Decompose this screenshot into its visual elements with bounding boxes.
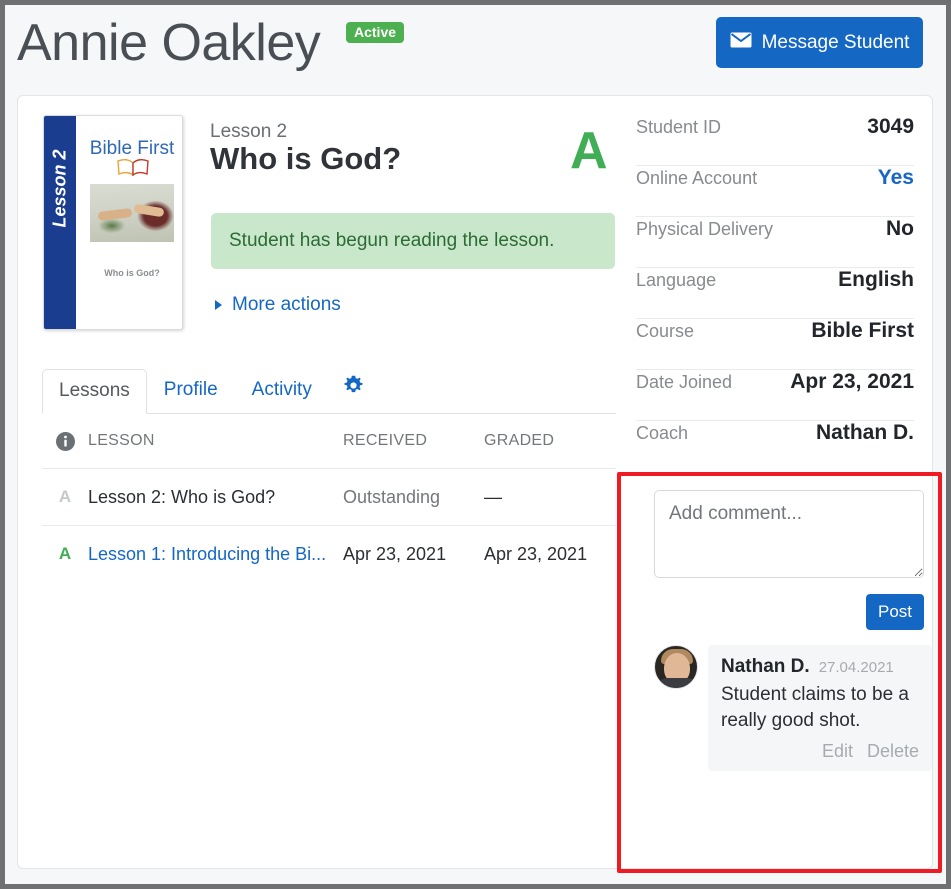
page-header: Annie Oakley Active Message Student bbox=[5, 5, 946, 89]
info-row-course: Course Bible First bbox=[636, 319, 914, 370]
row-received: Outstanding bbox=[343, 486, 441, 507]
comment-date: 27.04.2021 bbox=[818, 659, 894, 676]
status-badge: Active bbox=[346, 22, 405, 43]
envelope-icon bbox=[730, 32, 752, 54]
more-actions-toggle[interactable]: More actions bbox=[215, 294, 341, 316]
lesson-number-label: Lesson 2 bbox=[210, 121, 288, 142]
cover-subtitle: Who is God? bbox=[104, 268, 160, 278]
info-row-date-joined: Date Joined Apr 23, 2021 bbox=[636, 370, 914, 421]
info-label: Student ID bbox=[636, 117, 722, 137]
info-value: Nathan D. bbox=[815, 421, 914, 444]
tab-profile[interactable]: Profile bbox=[147, 368, 235, 413]
lesson-status-alert: Student has begun reading the lesson. bbox=[211, 213, 615, 269]
table-header-row: LESSON RECEIVED GRADED bbox=[42, 414, 616, 468]
cover-brand-title: Bible First bbox=[89, 138, 175, 159]
tab-activity-label: Activity bbox=[251, 379, 312, 401]
student-detail-card: Lesson 2 Bible First Who is God? Lesson … bbox=[17, 95, 933, 869]
table-row: A Lesson 2: Who is God? Outstanding — bbox=[42, 468, 616, 525]
comment-item: Nathan D. 27.04.2021 Student claims to b… bbox=[654, 645, 932, 772]
row-grade-letter: A bbox=[58, 487, 72, 506]
comment-input[interactable] bbox=[654, 490, 924, 578]
cover-artwork bbox=[90, 184, 174, 242]
lesson-title: Who is God? bbox=[210, 141, 402, 176]
tab-profile-label: Profile bbox=[163, 379, 218, 401]
avatar bbox=[654, 645, 698, 689]
lesson-grade-letter: A bbox=[570, 122, 608, 180]
info-value: English bbox=[838, 268, 914, 291]
row-received: Apr 23, 2021 bbox=[343, 543, 447, 564]
page-title: Annie Oakley bbox=[17, 14, 321, 72]
open-book-icon bbox=[116, 158, 150, 181]
info-value: Bible First bbox=[811, 319, 914, 342]
post-comment-button[interactable]: Post bbox=[866, 594, 924, 630]
lesson-cover-thumbnail[interactable]: Lesson 2 Bible First Who is God? bbox=[43, 115, 183, 330]
more-actions-label: More actions bbox=[232, 294, 341, 315]
info-value: Apr 23, 2021 bbox=[790, 370, 914, 393]
info-label: Course bbox=[636, 321, 695, 341]
info-row-physical-delivery: Physical Delivery No bbox=[636, 217, 914, 268]
browser-window: Annie Oakley Active Message Student Less… bbox=[5, 5, 946, 884]
row-grade-letter: A bbox=[58, 544, 72, 563]
cover-spine-label: Lesson 2 bbox=[49, 149, 70, 228]
info-label: Coach bbox=[636, 423, 689, 443]
column-header-received: RECEIVED bbox=[343, 432, 428, 449]
comments-panel: Post Nathan D. 27.04.2021 Student claims… bbox=[654, 490, 932, 772]
info-row-language: Language English bbox=[636, 268, 914, 319]
tab-bar: Lessons Profile Activity bbox=[42, 369, 616, 414]
info-label: Physical Delivery bbox=[636, 219, 774, 239]
info-row-student-id: Student ID 3049 bbox=[636, 115, 914, 166]
info-row-coach: Coach Nathan D. bbox=[636, 421, 914, 472]
tab-lessons-label: Lessons bbox=[59, 380, 130, 402]
info-row-online-account: Online Account Yes bbox=[636, 166, 914, 217]
caret-right-icon bbox=[215, 300, 222, 310]
info-value: 3049 bbox=[867, 115, 914, 138]
info-value: No bbox=[886, 217, 914, 240]
info-label: Language bbox=[636, 270, 717, 290]
row-graded: Apr 23, 2021 bbox=[484, 543, 588, 564]
table-row: A Lesson 1: Introducing the Bi... Apr 23… bbox=[42, 525, 616, 582]
comment-list: Nathan D. 27.04.2021 Student claims to b… bbox=[654, 645, 932, 772]
student-info-panel: Student ID 3049 Online Account Yes Physi… bbox=[636, 115, 914, 472]
info-value[interactable]: Yes bbox=[878, 166, 914, 190]
column-header-graded: GRADED bbox=[484, 432, 555, 449]
cover-spine: Lesson 2 bbox=[44, 116, 76, 329]
tab-activity[interactable]: Activity bbox=[235, 368, 329, 413]
row-graded: — bbox=[484, 486, 502, 507]
comment-author: Nathan D. bbox=[721, 656, 810, 677]
column-header-lesson: LESSON bbox=[88, 432, 155, 449]
comment-delete-button[interactable]: Delete bbox=[867, 741, 919, 762]
info-label: Date Joined bbox=[636, 372, 733, 392]
row-lesson-name: Lesson 2: Who is God? bbox=[88, 486, 276, 507]
info-label: Online Account bbox=[636, 168, 758, 188]
lesson-status-text: Student has begun reading the lesson. bbox=[229, 230, 555, 251]
message-student-button[interactable]: Message Student bbox=[716, 17, 923, 68]
message-student-label: Message Student bbox=[761, 31, 910, 53]
comment-edit-button[interactable]: Edit bbox=[822, 741, 853, 762]
lessons-table: LESSON RECEIVED GRADED A Lesson 2: Who i… bbox=[42, 414, 616, 582]
info-icon[interactable] bbox=[42, 431, 88, 451]
row-lesson-link[interactable]: Lesson 1: Introducing the Bi... bbox=[88, 544, 326, 564]
gear-icon[interactable] bbox=[343, 375, 364, 401]
comment-text: Student claims to be a really good shot. bbox=[721, 684, 909, 732]
tab-lessons[interactable]: Lessons bbox=[42, 369, 147, 414]
